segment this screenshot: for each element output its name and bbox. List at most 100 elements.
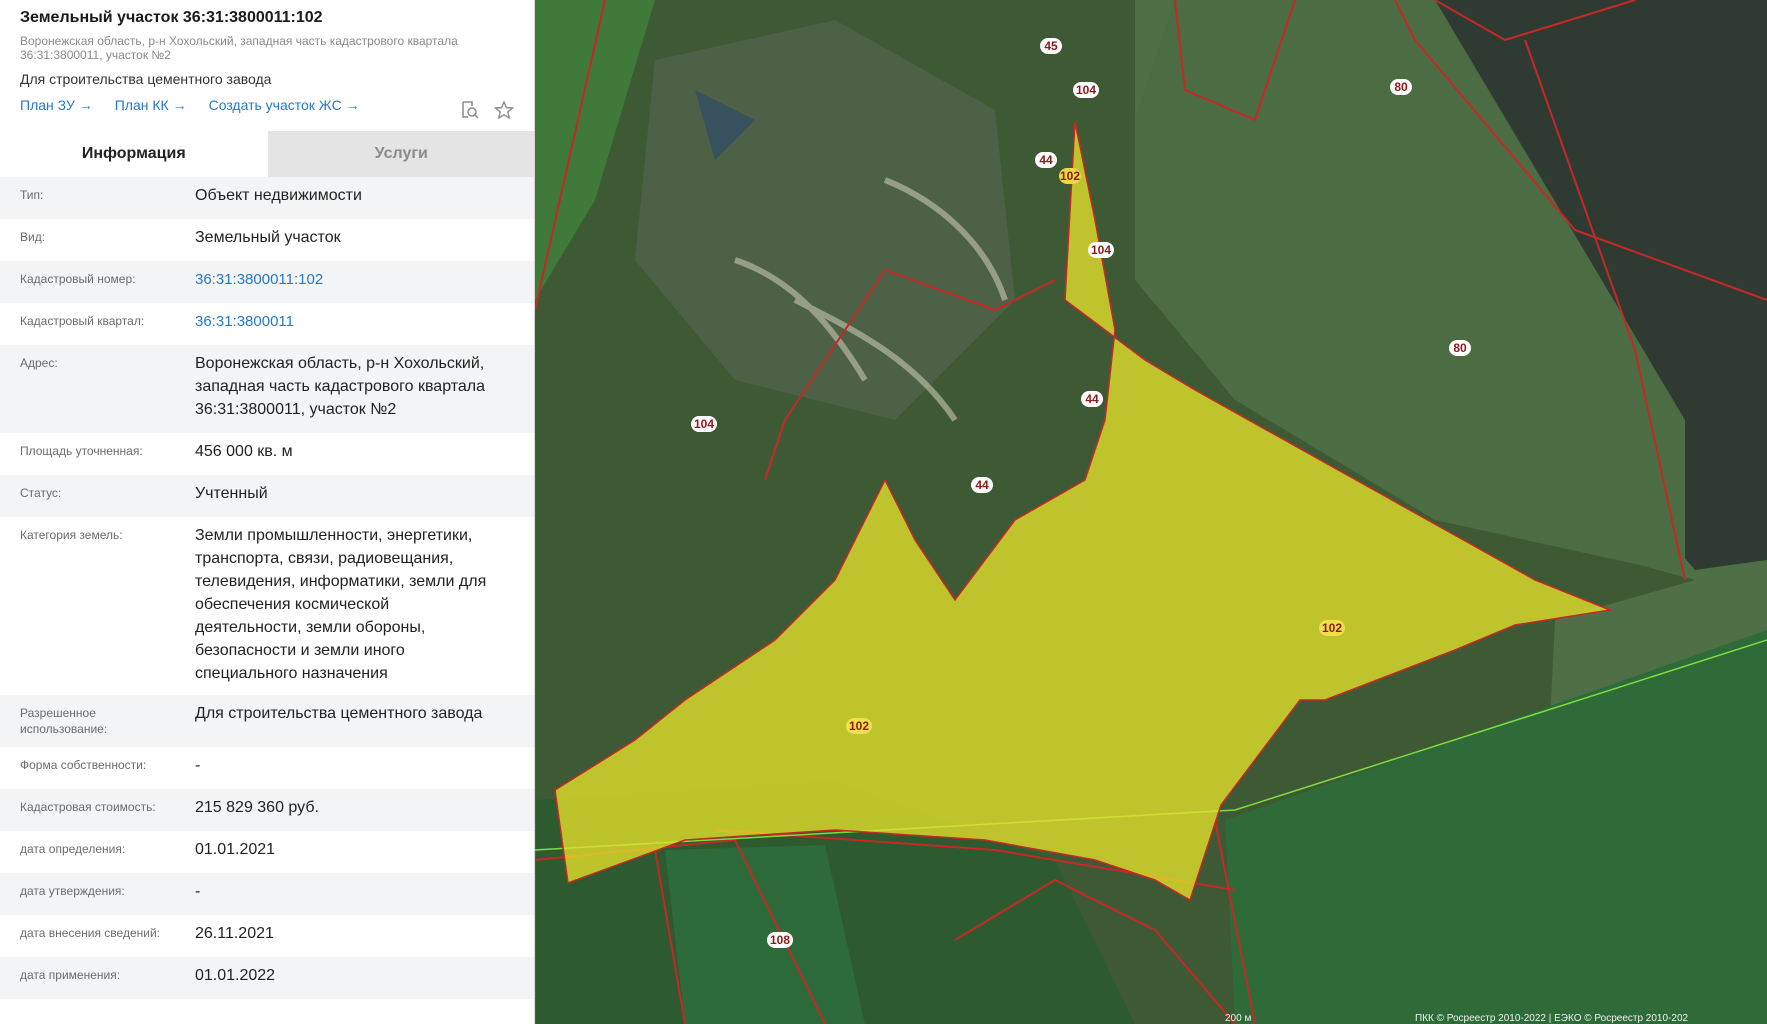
page-title: Земельный участок 36:31:3800011:102 [20,9,323,26]
info-row-category: Категория земель: Земли промышленности, … [0,517,534,695]
field-value: - [195,757,201,774]
map-canvas[interactable]: 45 104 80 44 102 104 80 104 44 44 102 10… [535,0,1767,1024]
parcel-label[interactable]: 45 [1040,38,1062,54]
parcel-label[interactable]: 80 [1390,79,1412,95]
value-line: транспорта, связи, радиовещания, [195,550,454,567]
info-row-date-determined: дата определения: 01.01.2021 [0,831,534,873]
field-value: Земельный участок [195,229,341,246]
info-row-date-applied: дата применения: 01.01.2022 [0,957,534,999]
field-label: дата применения: [20,968,121,982]
parcel-label[interactable]: 108 [767,932,793,948]
parcel-label[interactable]: 44 [1035,152,1057,168]
field-value: 215 829 360 руб. [195,799,319,816]
info-row-type: Тип: Объект недвижимости [0,177,534,219]
value-line: специального назначения [195,665,388,682]
plan-zu-link[interactable]: План ЗУ → [20,97,93,113]
field-value: Учтенный [195,485,268,502]
parcel-label[interactable]: 104 [1088,242,1114,258]
tab-info[interactable]: Информация [0,131,268,177]
info-row-permitted: Разрешенное использование: Для строитель… [0,695,534,747]
value-line: 36:31:3800011, участок №2 [195,401,397,418]
field-label: Площадь уточненная: [20,444,143,458]
info-row-cad-cost: Кадастровая стоимость: 215 829 360 руб. [0,789,534,831]
subtitle-line: 36:31:3800011, участок №2 [20,48,171,62]
field-label: дата внесения сведений: [20,926,160,940]
field-label: Статус: [20,486,62,500]
panel-header: Земельный участок 36:31:3800011:102 Воро… [0,0,534,125]
field-value: Земли промышленности, энергетики, трансп… [195,524,486,695]
value-line: обеспечения космической [195,596,390,613]
info-row-ownership: Форма собственности: - [0,747,534,789]
info-row-cad-number: Кадастровый номер: 36:31:3800011:102 [0,261,534,303]
search-document-icon[interactable] [460,100,480,120]
value-line: безопасности и земли иного [195,642,405,659]
cad-number-link[interactable]: 36:31:3800011:102 [195,268,323,303]
field-label: Кадастровая стоимость: [20,800,156,814]
info-row-area: Площадь уточненная: 456 000 кв. м [0,433,534,475]
field-label: Адрес: [20,356,58,370]
action-links: План ЗУ → План КК → Создать участок ЖС → [20,97,514,113]
header-icons [460,100,514,120]
field-label: Вид: [20,230,46,244]
field-label: Тип: [20,188,44,202]
parcel-label[interactable]: 104 [691,416,717,432]
value-line: Земли промышленности, энергетики, [195,527,473,544]
field-label: дата утверждения: [20,884,125,898]
value-line: деятельности, земли обороны, [195,619,426,636]
parcel-label-text: 104 [1076,83,1096,97]
parcel-label-text: 80 [1453,341,1467,355]
info-row-kind: Вид: Земельный участок [0,219,534,261]
parcel-label-text: 102 [849,719,869,733]
info-row-address: Адрес: Воронежская область, р-н Хохольск… [0,345,534,433]
cad-quarter-link[interactable]: 36:31:3800011 [195,310,294,345]
info-row-cad-quarter: Кадастровый квартал: 36:31:3800011 [0,303,534,345]
field-label: дата определения: [20,842,126,856]
map-view[interactable]: 45 104 80 44 102 104 80 104 44 44 102 10… [535,0,1767,1024]
map-scale: 200 м [1225,1013,1251,1024]
label-line: Разрешенное [20,706,96,720]
parcel-label-text: 104 [1091,243,1111,257]
map-credits: ПКК © Росреестр 2010-2022 | ЕЭКО © Росре… [1415,1013,1689,1024]
star-icon[interactable] [494,100,514,120]
field-value: - [195,883,201,900]
parcel-label-text: 44 [1085,392,1099,406]
field-label: Кадастровый номер: [20,272,136,286]
parcel-label-text: 45 [1044,39,1058,53]
parcel-label[interactable]: 44 [1081,391,1103,407]
parcel-label[interactable]: 102 [1059,168,1081,184]
value-line: Воронежская область, р-н Хохольский, [195,355,485,372]
parcel-label[interactable]: 102 [1319,620,1345,636]
field-value: Для строительства цементного завода [195,705,483,722]
value-line: телевидения, информатики, земли для [195,573,487,590]
field-label: Форма собственности: [20,758,147,772]
field-value: Воронежская область, р-н Хохольский, зап… [195,352,485,433]
parcel-label-text: 102 [1060,169,1080,183]
plan-kk-link[interactable]: План КК → [115,97,187,113]
field-label: Кадастровый квартал: [20,314,145,328]
info-row-date-entered: дата внесения сведений: 26.11.2021 [0,915,534,957]
parcel-label-text: 44 [975,478,989,492]
subtitle-address: Воронежская область, р-н Хохольский, зап… [20,34,514,62]
field-label: Категория земель: [20,528,123,542]
label-line: использование: [20,722,108,736]
parcel-label[interactable]: 44 [971,477,993,493]
create-parcel-link[interactable]: Создать участок ЖС → [209,97,360,113]
field-value: 01.01.2021 [195,841,276,858]
field-label: Разрешенное использование: [20,705,195,747]
value-line: западная часть кадастрового квартала [195,378,486,395]
parcel-label-text: 108 [770,933,790,947]
subtitle-line: Воронежская область, р-н Хохольский, зап… [20,34,458,48]
parcel-label-text: 80 [1394,80,1408,94]
field-value: Объект недвижимости [195,187,362,204]
parcel-label-text: 44 [1039,153,1053,167]
parcel-label-text: 104 [694,417,714,431]
parcel-label[interactable]: 102 [846,718,872,734]
parcel-label[interactable]: 104 [1073,82,1099,98]
panel-tabs: Информация Услуги [0,131,534,177]
parcel-label-text: 102 [1322,621,1342,635]
purpose-text: Для строительства цементного завода [20,71,272,87]
parcel-label[interactable]: 80 [1449,340,1471,356]
tab-services[interactable]: Услуги [267,131,534,177]
field-value: 26.11.2021 [195,925,274,942]
info-table: Тип: Объект недвижимости Вид: Земельный … [0,177,534,999]
